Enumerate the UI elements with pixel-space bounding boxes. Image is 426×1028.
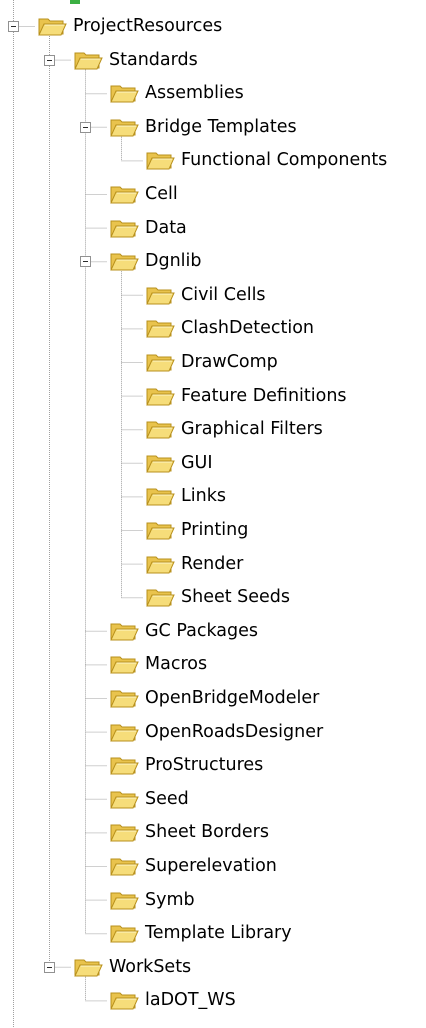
folder-open-icon bbox=[110, 824, 139, 842]
tree-item-label: DrawComp bbox=[181, 352, 278, 372]
tree-item-label: Template Library bbox=[145, 923, 292, 944]
tree-item-symb[interactable]: Symb bbox=[109, 887, 195, 913]
folder-open-icon bbox=[146, 354, 175, 372]
tree-item-standards[interactable]: Standards bbox=[73, 47, 198, 73]
tree-item-functional-components[interactable]: Functional Components bbox=[145, 147, 387, 173]
folder-open-icon bbox=[146, 287, 175, 305]
tree-item-label: ProjectResources bbox=[73, 16, 223, 36]
tree-item-civil-cells[interactable]: Civil Cells bbox=[145, 282, 266, 308]
collapse-toggle-icon[interactable] bbox=[8, 21, 19, 32]
tree-item-projectresources[interactable]: ProjectResources bbox=[37, 13, 222, 39]
tree-item-label: GC Packages bbox=[145, 620, 258, 641]
tree-item-label: Macros bbox=[145, 654, 208, 675]
tree-item-label: Civil Cells bbox=[181, 284, 266, 305]
folder-open-icon bbox=[146, 556, 175, 574]
tree-item-openbridgemodeler[interactable]: OpenBridgeModeler bbox=[109, 685, 319, 711]
tree-item-sheet-seeds[interactable]: Sheet Seeds bbox=[145, 584, 290, 610]
tree-item-label: Symb bbox=[145, 889, 195, 910]
tree-item-label: ProStructures bbox=[145, 755, 264, 776]
folder-open-icon bbox=[110, 656, 139, 674]
tree-item-printing[interactable]: Printing bbox=[145, 517, 248, 543]
partial-row-icon bbox=[70, 0, 80, 4]
tree-item-label: Cell bbox=[145, 184, 178, 204]
folder-open-icon bbox=[146, 320, 175, 338]
folder-open-icon bbox=[146, 589, 175, 607]
folder-tree: ProjectResources Standards Assemblies Br… bbox=[0, 0, 426, 1028]
tree-item-label: ClashDetection bbox=[181, 318, 315, 339]
tree-item-sheet-borders[interactable]: Sheet Borders bbox=[109, 819, 269, 845]
collapse-toggle-icon[interactable] bbox=[44, 54, 55, 66]
tree-item-ladot-ws[interactable]: laDOT_WS bbox=[109, 987, 236, 1013]
tree-item-assemblies[interactable]: Assemblies bbox=[109, 80, 244, 106]
tree-item-label: Graphical Filters bbox=[181, 419, 323, 440]
tree-item-cell[interactable]: Cell bbox=[109, 181, 178, 207]
tree-item-seed[interactable]: Seed bbox=[109, 786, 189, 812]
tree-item-template-library[interactable]: Template Library bbox=[109, 920, 292, 946]
tree-item-prostructures[interactable]: ProStructures bbox=[109, 752, 263, 778]
tree-item-label: Sheet Seeds bbox=[181, 587, 291, 608]
tree-item-label: OpenRoadsDesigner bbox=[145, 721, 324, 742]
folder-open-icon bbox=[110, 992, 139, 1010]
folder-open-icon bbox=[110, 220, 139, 238]
folder-open-icon bbox=[110, 690, 139, 708]
folder-open-icon bbox=[146, 388, 175, 406]
tree-item-label: WorkSets bbox=[109, 956, 192, 977]
folder-open-icon bbox=[74, 959, 103, 977]
tree-item-bridge-templates[interactable]: Bridge Templates bbox=[109, 114, 297, 140]
collapse-toggle-icon[interactable] bbox=[44, 961, 55, 973]
folder-open-icon bbox=[110, 724, 139, 742]
folder-open-icon bbox=[110, 791, 139, 809]
tree-item-label: Bridge Templates bbox=[145, 116, 297, 137]
tree-item-render[interactable]: Render bbox=[145, 551, 243, 577]
tree-item-label: Dgnlib bbox=[145, 251, 202, 272]
tree-item-graphical-filters[interactable]: Graphical Filters bbox=[145, 416, 323, 442]
tree-item-openroadsdesigner[interactable]: OpenRoadsDesigner bbox=[109, 719, 323, 745]
tree-item-label: Seed bbox=[145, 788, 189, 809]
folder-open-icon bbox=[110, 925, 139, 943]
tree-item-feature-definitions[interactable]: Feature Definitions bbox=[145, 383, 347, 409]
tree-item-label: Printing bbox=[181, 520, 249, 540]
tree-item-label: GUI bbox=[181, 452, 213, 473]
tree-item-macros[interactable]: Macros bbox=[109, 651, 207, 677]
folder-open-icon bbox=[146, 152, 175, 170]
folder-open-icon bbox=[38, 18, 67, 36]
tree-item-label: OpenBridgeModeler bbox=[145, 688, 320, 708]
folder-open-icon bbox=[110, 892, 139, 910]
tree-item-label: Standards bbox=[109, 49, 198, 70]
tree-item-clashdetection[interactable]: ClashDetection bbox=[145, 315, 314, 341]
folder-open-icon bbox=[146, 421, 175, 439]
folder-open-icon bbox=[110, 119, 139, 137]
collapse-toggle-icon[interactable] bbox=[80, 121, 91, 133]
tree-item-dgnlib[interactable]: Dgnlib bbox=[109, 248, 202, 274]
tree-item-label: laDOT_WS bbox=[145, 990, 236, 1011]
tree-item-gui[interactable]: GUI bbox=[145, 450, 213, 476]
tree-item-superelevation[interactable]: Superelevation bbox=[109, 853, 277, 879]
folder-open-icon bbox=[110, 253, 139, 271]
folder-open-icon bbox=[110, 186, 139, 204]
folder-open-icon bbox=[110, 85, 139, 103]
tree-item-label: Assemblies bbox=[145, 83, 244, 104]
folder-open-icon bbox=[146, 488, 175, 506]
tree-item-worksets[interactable]: WorkSets bbox=[73, 954, 191, 980]
tree-item-label: Superelevation bbox=[145, 856, 277, 876]
tree-item-label: Links bbox=[181, 486, 226, 507]
folder-open-icon bbox=[110, 858, 139, 876]
folder-open-icon bbox=[110, 757, 139, 775]
folder-open-icon bbox=[74, 52, 103, 70]
tree-item-drawcomp[interactable]: DrawComp bbox=[145, 349, 278, 375]
tree-item-data[interactable]: Data bbox=[109, 215, 187, 241]
tree-item-label: Sheet Borders bbox=[145, 822, 269, 843]
tree-item-label: Functional Components bbox=[181, 150, 388, 171]
tree-item-label: Render bbox=[181, 553, 244, 574]
collapse-toggle-icon[interactable] bbox=[80, 256, 91, 268]
tree-item-label: Feature Definitions bbox=[181, 385, 347, 406]
tree-item-links[interactable]: Links bbox=[145, 483, 226, 509]
folder-open-icon bbox=[110, 623, 139, 641]
folder-open-icon bbox=[146, 522, 175, 540]
folder-open-icon bbox=[146, 455, 175, 473]
tree-item-gc-packages[interactable]: GC Packages bbox=[109, 618, 258, 644]
tree-item-label: Data bbox=[145, 217, 187, 238]
